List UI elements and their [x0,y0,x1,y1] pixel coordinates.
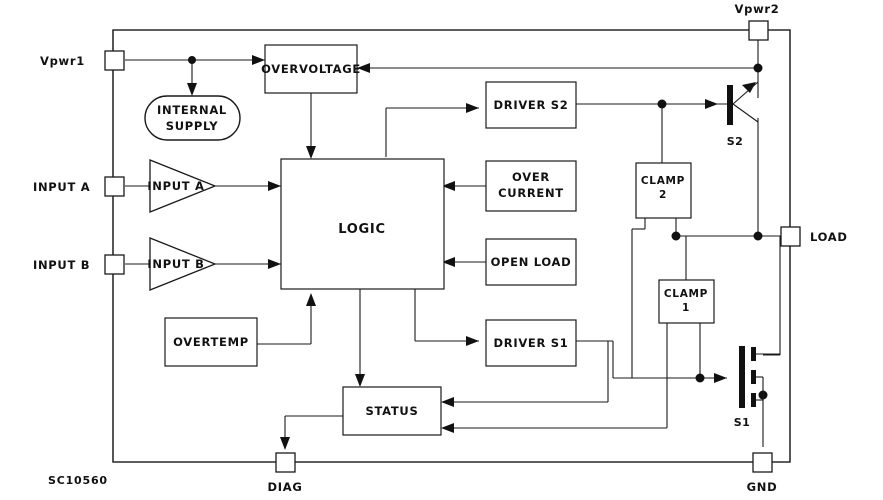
block-logic[interactable]: LOGIC [280,158,445,290]
block-over-current-label-line1: OVER [512,170,550,184]
block-clamp-1[interactable]: CLAMP 1 [658,279,715,324]
block-clamp-1-label-line2: 1 [682,302,690,314]
arrowhead-input-b-to-logic [268,259,281,269]
terminal-input-a-label: INPUT A [33,180,90,194]
block-diagram-canvas: OVERVOLTAGE INTERNAL SUPPLY INPUT A INPU… [0,0,883,500]
junction-dot-driver-s2 [657,99,667,109]
terminal-diag-label: DIAG [268,480,303,494]
terminal-input-b-label: INPUT B [33,258,90,272]
arrowhead-s2-collector [742,82,756,93]
junction-dot-vpwr2 [753,63,763,73]
arrowhead-input-a-to-logic [268,181,281,191]
block-clamp-2[interactable]: CLAMP 2 [635,162,692,219]
terminal-vpwr2-label: Vpwr2 [735,2,780,16]
block-input-a-buffer[interactable]: INPUT A [147,159,217,213]
block-overvoltage[interactable]: OVERVOLTAGE [261,44,361,94]
block-overtemp[interactable]: OVERTEMP [164,317,258,367]
device-s2[interactable]: S2 [727,81,759,148]
junction-dot-load [753,231,763,241]
s2-emitter-lead [732,103,759,123]
arrowhead-logic-to-status [355,374,365,387]
device-outline [112,29,791,463]
block-input-b-buffer-label: INPUT B [147,257,204,271]
block-driver-s2-label: DRIVER S2 [494,98,569,112]
block-overtemp-label: OVERTEMP [173,335,249,349]
terminal-load[interactable]: LOAD [780,226,848,247]
block-diagram: OVERVOLTAGE INTERNAL SUPPLY INPUT A INPU… [33,2,848,494]
wire-layer [112,29,791,463]
device-s2-label: S2 [727,135,744,148]
block-status[interactable]: STATUS [342,386,442,436]
terminal-vpwr1-label: Vpwr1 [40,54,85,68]
terminal-vpwr1[interactable]: Vpwr1 [40,50,125,71]
block-internal-supply-label-line1: INTERNAL [157,103,227,117]
arrowhead-overtemp-to-logic [306,293,316,306]
arrowhead-to-s2-gate [705,99,718,109]
block-status-label: STATUS [366,404,419,418]
terminal-load-label: LOAD [810,230,848,244]
arrowhead-feedback-upper-to-status [441,397,454,407]
block-open-load-label: OPEN LOAD [491,255,572,269]
arrowhead-layer [187,55,756,450]
arrowhead-to-diag [280,437,290,450]
block-clamp-2-label-line1: CLAMP [641,175,685,187]
block-over-current[interactable]: OVER CURRENT [485,160,577,212]
block-clamp-1-label-line1: CLAMP [664,288,708,300]
arrowhead-overvoltage-to-logic [306,146,316,159]
terminal-input-a[interactable]: INPUT A [33,176,125,197]
block-clamp-2-label-line2: 2 [659,189,667,201]
block-overvoltage-label: OVERVOLTAGE [261,62,361,76]
block-logic-label: LOGIC [338,222,385,237]
block-driver-s1[interactable]: DRIVER S1 [485,319,577,367]
terminal-gnd[interactable]: GND [747,452,778,494]
terminal-gnd-label: GND [747,480,778,494]
block-input-b-buffer[interactable]: INPUT B [147,237,217,291]
device-s1[interactable]: S1 [734,346,780,429]
block-internal-supply[interactable]: INTERNAL SUPPLY [144,95,241,141]
junction-dot-clamp2-load [671,231,681,241]
arrowhead-feedback-lower-to-status [441,423,454,433]
arrowhead-to-internal-supply [187,83,197,96]
block-driver-s1-label: DRIVER S1 [494,336,569,350]
device-s1-label: S1 [734,416,751,429]
arrowhead-to-driver-s1 [466,336,479,346]
block-input-a-buffer-label: INPUT A [147,179,204,193]
arrowhead-to-s1-gate [714,373,727,383]
arrowhead-to-driver-s2 [466,103,479,113]
block-open-load[interactable]: OPEN LOAD [485,238,577,286]
junction-dot-s1-gate [695,373,705,383]
terminal-input-b[interactable]: INPUT B [33,254,125,275]
terminal-vpwr2[interactable]: Vpwr2 [735,2,780,41]
junction-dot-vpwr1 [188,56,196,64]
block-over-current-label-line2: CURRENT [498,186,564,200]
block-internal-supply-label-line2: SUPPLY [166,119,219,133]
block-driver-s2[interactable]: DRIVER S2 [485,81,577,129]
part-number-label: SC10560 [48,474,108,487]
terminal-diag[interactable]: DIAG [268,452,303,494]
